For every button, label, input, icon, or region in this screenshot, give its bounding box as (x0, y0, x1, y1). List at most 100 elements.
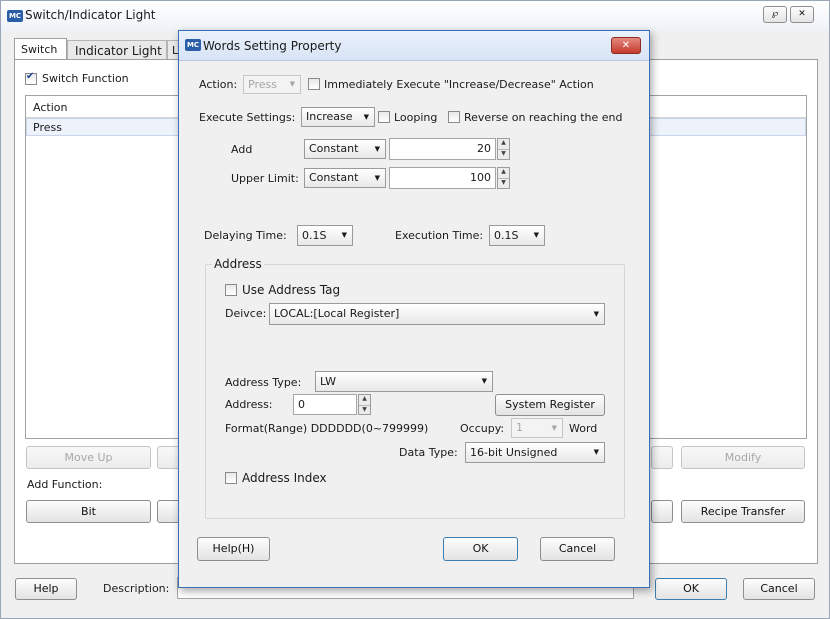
address-type-select[interactable]: LW ▼ (315, 371, 493, 392)
table-cell-press: Press (33, 121, 62, 134)
looping-checkbox[interactable] (378, 111, 390, 123)
table-header-action: Action (33, 101, 68, 114)
mc-logo-icon: MC (7, 10, 23, 22)
use-address-tag-label: Use Address Tag (242, 283, 341, 297)
dialog-title: Words Setting Property (203, 39, 342, 53)
data-type-value: 16-bit Unsigned (470, 446, 558, 459)
occupy-label: Occupy: (460, 422, 505, 435)
action-select[interactable]: Press ▼ (243, 75, 301, 94)
address-group: Address Use Address Tag Deivce: LOCAL:[L… (205, 257, 625, 519)
bit-button[interactable]: Bit (26, 500, 151, 523)
address-type-label: Address Type: (225, 376, 302, 389)
execute-settings-label: Execute Settings: (199, 111, 296, 124)
chevron-down-icon: ▼ (533, 231, 539, 239)
delaying-time-value: 0.1S (302, 229, 327, 242)
address-label: Address: (225, 398, 273, 411)
address-field[interactable]: 0 (293, 394, 357, 415)
chevron-down-icon: ▼ (593, 310, 599, 318)
description-label: Description: (103, 582, 170, 595)
add-mode-select[interactable]: Constant ▼ (304, 139, 386, 159)
address-value: 0 (298, 398, 305, 411)
outer-help-button[interactable]: Help (15, 578, 77, 600)
add-mode-value: Constant (309, 142, 359, 155)
use-address-tag-checkbox[interactable] (225, 284, 237, 296)
upper-limit-mode-value: Constant (309, 171, 359, 184)
add-function-label: Add Function: (27, 478, 103, 491)
address-index-label: Address Index (242, 471, 327, 485)
spin-up-icon[interactable]: ▲ (359, 395, 370, 405)
chevron-down-icon: ▼ (374, 145, 380, 153)
occupy-select[interactable]: 1 ▼ (511, 418, 563, 438)
address-spinner[interactable]: ▲ ▼ (358, 394, 371, 415)
chevron-down-icon: ▼ (289, 80, 295, 88)
add-spinner[interactable]: ▲ ▼ (497, 138, 510, 160)
looping-label: Looping (394, 111, 438, 124)
execution-time-label: Execution Time: (395, 229, 484, 242)
device-label: Deivce: (225, 307, 267, 320)
dialog-cancel-button[interactable]: Cancel (540, 537, 615, 561)
upper-limit-mode-select[interactable]: Constant ▼ (304, 168, 386, 188)
tab-indicator-light[interactable]: Indicator Light (67, 40, 167, 60)
immediately-execute-label: Immediately Execute "Increase/Decrease" … (324, 78, 594, 91)
upper-limit-spinner[interactable]: ▲ ▼ (497, 167, 510, 189)
switch-function-label: Switch Function (42, 72, 129, 85)
recipe-transfer-button[interactable]: Recipe Transfer (681, 500, 805, 523)
address-index-checkbox[interactable] (225, 472, 237, 484)
upper-limit-label: Upper Limit: (231, 172, 299, 185)
move-up-button[interactable]: Move Up (26, 446, 151, 469)
delaying-time-label: Delaying Time: (204, 229, 287, 242)
action-select-value: Press (248, 78, 277, 91)
execution-time-value: 0.1S (494, 229, 519, 242)
chevron-down-icon: ▼ (363, 113, 369, 121)
outer-ok-button[interactable]: OK (655, 578, 727, 600)
spin-down-icon[interactable]: ▼ (359, 404, 370, 416)
address-group-label: Address (212, 257, 264, 271)
reverse-label: Reverse on reaching the end (464, 111, 623, 124)
address-type-value: LW (320, 375, 336, 388)
spin-down-icon[interactable]: ▼ (498, 178, 509, 189)
word-label: Word (569, 422, 598, 435)
dialog-title-bar: MC Words Setting Property ✕ (179, 31, 649, 61)
modify-button[interactable]: Modify (681, 446, 805, 469)
execute-settings-select[interactable]: Increase ▼ (301, 107, 375, 127)
delaying-time-select[interactable]: 0.1S ▼ (297, 225, 353, 246)
tab-switch-label: Switch (21, 43, 58, 56)
occupy-value: 1 (516, 421, 523, 434)
mc-logo-icon: MC (185, 39, 201, 51)
switch-function-checkbox[interactable] (25, 71, 37, 85)
reverse-checkbox[interactable] (448, 111, 460, 123)
hidden-list-button-right[interactable] (651, 446, 673, 469)
system-register-button[interactable]: System Register (495, 394, 605, 416)
close-icon[interactable]: ✕ (611, 37, 641, 54)
execute-settings-value: Increase (306, 110, 353, 123)
add-label: Add (231, 143, 253, 156)
add-value-field[interactable]: 20 (389, 138, 496, 160)
upper-limit-value: 100 (470, 171, 491, 184)
spin-down-icon[interactable]: ▼ (498, 149, 509, 160)
words-setting-dialog: MC Words Setting Property ✕ Action: Pres… (178, 30, 650, 588)
dialog-ok-button[interactable]: OK (443, 537, 518, 561)
chevron-down-icon: ▼ (593, 448, 599, 456)
close-icon[interactable]: ✕ (790, 6, 814, 23)
chevron-down-icon: ▼ (374, 174, 380, 182)
add-value: 20 (477, 142, 491, 155)
spin-up-icon[interactable]: ▲ (498, 139, 509, 149)
immediately-execute-checkbox[interactable] (308, 78, 320, 90)
data-type-select[interactable]: 16-bit Unsigned ▼ (465, 442, 605, 463)
upper-limit-value-field[interactable]: 100 (389, 167, 496, 189)
dialog-help-button[interactable]: Help(H) (197, 537, 270, 561)
chevron-down-icon: ▼ (341, 231, 347, 239)
add-function-button-right[interactable] (651, 500, 673, 523)
data-type-label: Data Type: (399, 446, 458, 459)
outer-title-bar: MC Switch/Indicator Light ℘ ✕ (1, 1, 829, 31)
device-select[interactable]: LOCAL:[Local Register] ▼ (269, 303, 605, 325)
execution-time-select[interactable]: 0.1S ▼ (489, 225, 545, 246)
tab-indicator-light-label: Indicator Light (75, 44, 162, 58)
format-range-text: Format(Range) DDDDDD(0~799999) (225, 422, 429, 435)
pin-icon[interactable]: ℘ (763, 6, 787, 23)
outer-cancel-button[interactable]: Cancel (743, 578, 815, 600)
action-label: Action: (199, 78, 238, 91)
tab-switch[interactable]: Switch (14, 38, 67, 60)
outer-window-title: Switch/Indicator Light (25, 8, 156, 22)
spin-up-icon[interactable]: ▲ (498, 168, 509, 178)
